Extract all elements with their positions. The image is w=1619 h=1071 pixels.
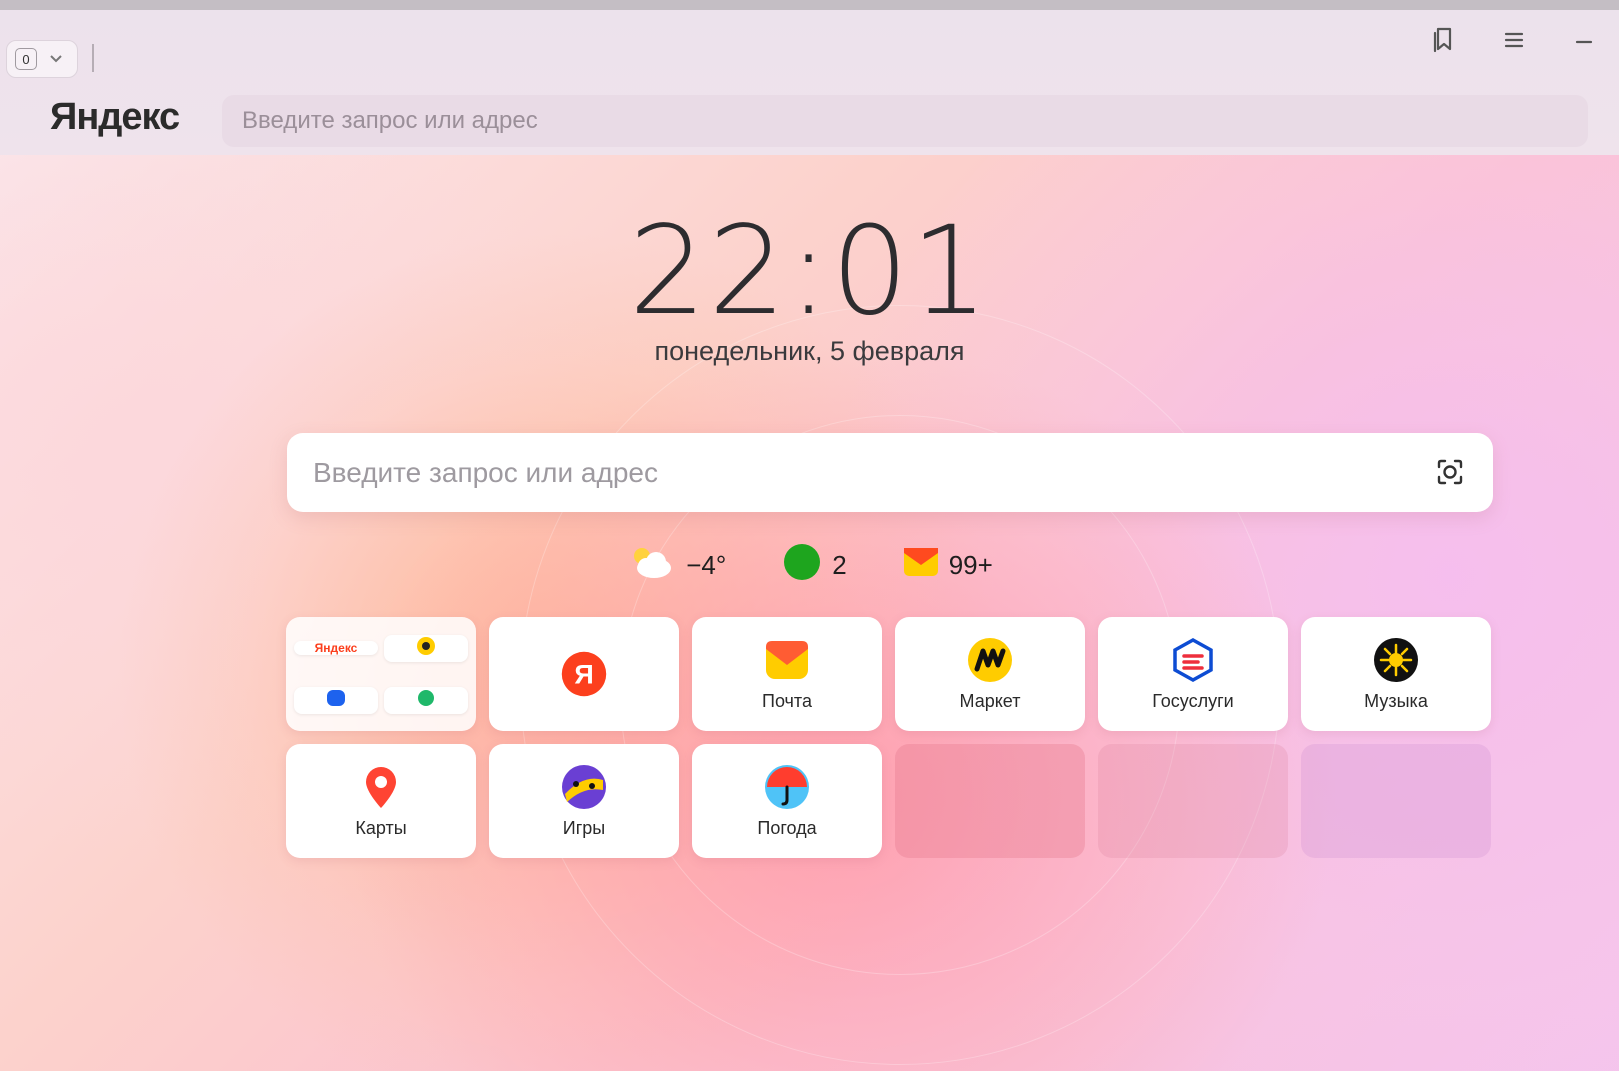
speed-dial-grid: Яндекс Я Почта Маркет Госуслуги Музыка К… bbox=[286, 617, 1494, 858]
cloud-sun-icon bbox=[626, 542, 676, 589]
bookmarks-button[interactable] bbox=[1409, 25, 1479, 59]
weather-umbrella-icon bbox=[764, 764, 810, 810]
music-icon bbox=[1373, 637, 1419, 683]
mini-tile-yandex: Яндекс bbox=[294, 641, 378, 655]
tile-maps[interactable]: Карты bbox=[286, 744, 476, 858]
tile-label: Почта bbox=[762, 690, 812, 711]
weather-informer[interactable]: −4° bbox=[626, 542, 726, 589]
window-controls bbox=[1409, 22, 1619, 62]
yandex-ya-icon: Я bbox=[561, 651, 607, 697]
mini-tile-messenger bbox=[294, 686, 378, 714]
tile-label: Игры bbox=[562, 817, 606, 838]
tile-weather[interactable]: Погода bbox=[692, 744, 882, 858]
tile-label: Госуслуги bbox=[1152, 690, 1234, 711]
tile-label: Маркет bbox=[959, 690, 1021, 711]
tile-market[interactable]: Маркет bbox=[895, 617, 1085, 731]
games-icon bbox=[561, 764, 607, 810]
date-label: понедельник, 5 февраля bbox=[654, 336, 965, 366]
empty-tile-slot[interactable] bbox=[895, 744, 1085, 858]
market-icon bbox=[967, 637, 1013, 683]
tile-mail[interactable]: Почта bbox=[692, 617, 882, 731]
bookmarks-icon bbox=[1431, 25, 1457, 59]
maps-pin-icon bbox=[358, 764, 404, 810]
hamburger-menu-icon bbox=[1504, 29, 1524, 55]
mail-icon bbox=[764, 637, 810, 683]
weather-temperature: −4° bbox=[686, 549, 727, 580]
messenger-icon bbox=[325, 687, 347, 714]
tab-count: 0 bbox=[15, 48, 37, 70]
svg-text:Я: Я bbox=[574, 660, 593, 690]
traffic-informer[interactable]: 2 bbox=[782, 542, 847, 589]
minimize-icon bbox=[1574, 29, 1594, 55]
yandex-mini-logo: Яндекс bbox=[314, 641, 358, 655]
browser-toolbar: 0 Яндекс Введите запрос или адрес bbox=[0, 0, 1619, 155]
mail-informer[interactable]: 99+ bbox=[903, 547, 993, 584]
mini-tile-disk bbox=[384, 686, 468, 714]
camera-search-icon[interactable] bbox=[1433, 455, 1467, 489]
empty-tile-slot[interactable] bbox=[1098, 744, 1288, 858]
tile-music[interactable]: Музыка bbox=[1301, 617, 1491, 731]
traffic-score: 2 bbox=[832, 549, 847, 580]
green-app-icon bbox=[415, 687, 437, 714]
chevron-down-icon bbox=[49, 51, 63, 67]
tile-games[interactable]: Игры bbox=[489, 744, 679, 858]
yandex-logo[interactable]: Яндекс bbox=[50, 96, 180, 139]
tile-label: Музыка bbox=[1364, 690, 1428, 711]
tile-label: Погода bbox=[757, 817, 817, 838]
mail-icon bbox=[903, 547, 939, 584]
minimize-button[interactable] bbox=[1549, 29, 1619, 55]
mail-count: 99+ bbox=[948, 549, 993, 580]
tab-counter-button[interactable]: 0 bbox=[6, 40, 78, 78]
address-bar[interactable]: Введите запрос или адрес bbox=[222, 95, 1588, 147]
toolbar-separator bbox=[92, 44, 94, 72]
tile-label: Карты bbox=[355, 817, 407, 838]
window-top-edge bbox=[0, 0, 1619, 10]
traffic-icon bbox=[782, 542, 822, 589]
gosuslugi-icon bbox=[1170, 637, 1216, 683]
empty-tile-slot[interactable] bbox=[1301, 744, 1491, 858]
tile-gosuslugi[interactable]: Госуслуги bbox=[1098, 617, 1288, 731]
tile-yandex-services-group[interactable]: Яндекс bbox=[286, 617, 476, 731]
clock: 22:01 bbox=[628, 200, 991, 342]
informers-row: −4° 2 99+ bbox=[0, 543, 1619, 587]
main-search-input[interactable]: Введите запрос или адрес bbox=[287, 433, 1493, 512]
search-placeholder: Введите запрос или адрес bbox=[313, 456, 658, 488]
mini-tile-zen bbox=[384, 634, 468, 662]
zen-icon bbox=[415, 635, 437, 662]
menu-button[interactable] bbox=[1479, 29, 1549, 55]
tile-yandex[interactable]: Я bbox=[489, 617, 679, 731]
